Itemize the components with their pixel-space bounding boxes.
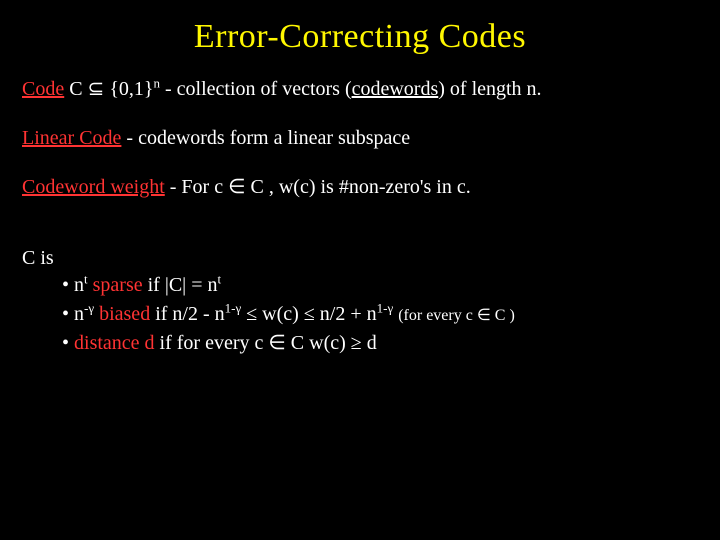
biased-tail: (for every c ∈ C ) — [398, 307, 515, 324]
def-code: Code C ⊆ {0,1}n - collection of vectors … — [22, 76, 698, 103]
def-linear: Linear Code - codewords form a linear su… — [22, 125, 698, 152]
code-rest2: ) of length n. — [438, 78, 541, 100]
weight-rest: - For c ∈ C , w(c) is #non-zero's in c. — [165, 176, 471, 198]
code-rest1: - collection of vectors ( — [160, 78, 352, 100]
term-biased: biased — [99, 303, 150, 325]
c-is: C is — [22, 247, 698, 270]
term-distance: distance d — [74, 332, 160, 354]
codewords: codewords — [352, 78, 439, 100]
def-weight: Codeword weight - For c ∈ C , w(c) is #n… — [22, 174, 698, 201]
properties-block: C is nt sparse if |C| = nt n-γ biased if… — [22, 247, 698, 357]
bullet-list: nt sparse if |C| = nt n-γ biased if n/2 … — [22, 272, 698, 357]
term-weight: Codeword weight — [22, 176, 165, 198]
bullet-biased: n-γ biased if n/2 - n1-γ ≤ w(c) ≤ n/2 + … — [62, 301, 698, 328]
bullet-distance: distance d if for every c ∈ C w(c) ≥ d — [62, 330, 698, 357]
term-sparse: sparse — [93, 274, 143, 296]
term-linear: Linear Code — [22, 127, 121, 149]
code-math: C ⊆ {0,1}n — [69, 78, 160, 100]
slide-title: Error-Correcting Codes — [22, 18, 698, 56]
slide: Error-Correcting Codes Code C ⊆ {0,1}n -… — [0, 0, 720, 540]
bullet-sparse: nt sparse if |C| = nt — [62, 272, 698, 299]
term-code: Code — [22, 78, 64, 100]
linear-rest: - codewords form a linear subspace — [121, 127, 410, 149]
